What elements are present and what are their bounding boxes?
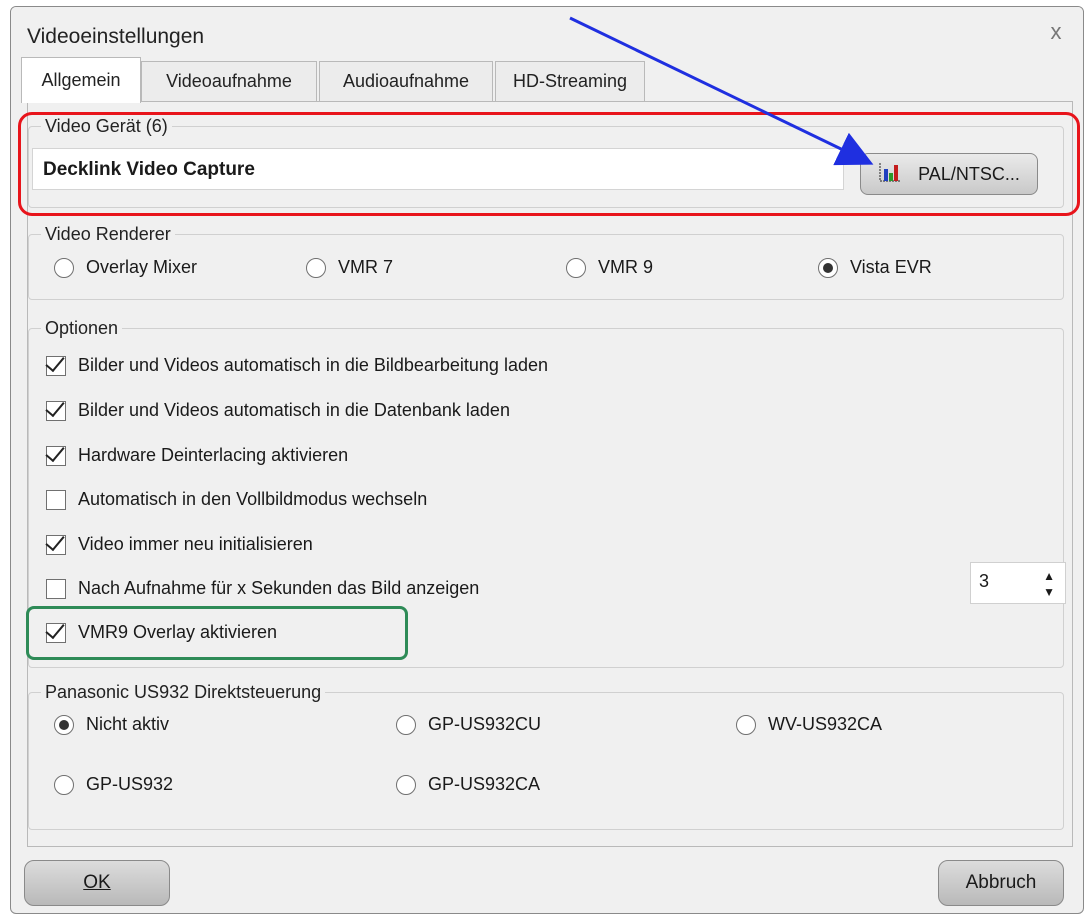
checkbox-label: Bilder und Videos automatisch in die Dat… (78, 400, 510, 420)
check-show-after-capture[interactable]: Nach Aufnahme für x Sekunden das Bild an… (46, 578, 479, 599)
checkbox-label: VMR9 Overlay aktivieren (78, 622, 278, 642)
radio-circle (306, 257, 326, 278)
check-fullscreen[interactable]: Automatisch in den Vollbildmodus wechsel… (46, 489, 427, 510)
tab-audioaufnahme[interactable]: Audioaufnahme (319, 61, 493, 101)
radio-nicht-aktiv[interactable]: Nicht aktiv (54, 714, 169, 735)
radio-label: Vista EVR (850, 257, 932, 277)
tab-videoaufnahme[interactable]: Videoaufnahme (141, 61, 317, 101)
radio-vmr7[interactable]: VMR 7 (306, 257, 393, 278)
radio-gp-us932ca[interactable]: GP-US932CA (396, 774, 540, 795)
radio-circle (736, 714, 756, 735)
title-bar: Videoeinstellungen x (11, 7, 1083, 55)
radio-label: GP-US932CA (428, 774, 541, 794)
checkbox-box (46, 489, 66, 510)
radio-circle (818, 257, 838, 278)
radio-circle (396, 774, 416, 795)
radio-label: VMR 7 (338, 257, 394, 277)
tab-hd-streaming[interactable]: HD-Streaming (495, 61, 645, 101)
video-device-field[interactable]: Decklink Video Capture (32, 148, 844, 190)
window-title: Videoeinstellungen (27, 25, 205, 48)
radio-overlay-mixer[interactable]: Overlay Mixer (54, 257, 197, 278)
radio-label: Nicht aktiv (86, 714, 170, 734)
checkbox-box (46, 400, 66, 421)
checkbox-label: Automatisch in den Vollbildmodus wechsel… (78, 489, 428, 509)
radio-circle (54, 714, 74, 735)
radio-gp-us932[interactable]: GP-US932 (54, 774, 173, 795)
radio-circle (54, 257, 74, 278)
checkbox-box (46, 534, 66, 555)
ok-button[interactable]: OK (24, 860, 170, 906)
radio-wv-us932ca[interactable]: WV-US932CA (736, 714, 882, 735)
check-auto-database[interactable]: Bilder und Videos automatisch in die Dat… (46, 400, 510, 421)
radio-label: VMR 9 (598, 257, 654, 277)
checkbox-label: Bilder und Videos automatisch in die Bil… (78, 355, 548, 375)
radio-circle (396, 714, 416, 735)
panasonic-legend: Panasonic US932 Direktsteuerung (45, 682, 322, 702)
radio-vista-evr[interactable]: Vista EVR (818, 257, 932, 278)
checkbox-label: Hardware Deinterlacing aktivieren (78, 445, 349, 465)
seconds-stepper[interactable]: 3 ▲ ▼ (970, 562, 1066, 604)
radio-label: Overlay Mixer (86, 257, 198, 277)
checkbox-box (46, 578, 66, 599)
options-legend: Optionen (45, 318, 119, 338)
cancel-label: Abbruch (965, 872, 1037, 893)
checkbox-label: Nach Aufnahme für x Sekunden das Bild an… (78, 578, 480, 598)
check-reinit-video[interactable]: Video immer neu initialisieren (46, 534, 313, 555)
checkbox-box (46, 355, 66, 376)
tab-allgemein[interactable]: Allgemein (21, 57, 141, 103)
radio-label: GP-US932CU (428, 714, 542, 734)
checkbox-box (46, 622, 66, 643)
checkbox-label: Video immer neu initialisieren (78, 534, 313, 554)
stepper-down-icon[interactable]: ▼ (1043, 585, 1055, 599)
seconds-value: 3 (979, 571, 990, 591)
bar-chart-icon (878, 161, 902, 188)
stepper-up-icon[interactable]: ▲ (1043, 569, 1055, 583)
radio-label: GP-US932 (86, 774, 174, 794)
radio-circle (54, 774, 74, 795)
video-device-legend: Video Gerät (6) (45, 116, 168, 136)
pal-ntsc-button[interactable]: PAL/NTSC... (860, 153, 1038, 195)
radio-vmr9[interactable]: VMR 9 (566, 257, 653, 278)
check-vmr9-overlay[interactable]: VMR9 Overlay aktivieren (46, 622, 277, 643)
radio-gp-us932cu[interactable]: GP-US932CU (396, 714, 541, 735)
radio-label: WV-US932CA (768, 714, 883, 734)
radio-circle (566, 257, 586, 278)
panasonic-group: Panasonic US932 Direktsteuerung (28, 682, 1064, 830)
check-hardware-deinterlacing[interactable]: Hardware Deinterlacing aktivieren (46, 445, 348, 466)
ok-label: OK (83, 872, 111, 893)
cancel-button[interactable]: Abbruch (938, 860, 1064, 906)
video-renderer-legend: Video Renderer (45, 224, 171, 244)
check-auto-image-editing[interactable]: Bilder und Videos automatisch in die Bil… (46, 355, 548, 376)
pal-ntsc-label: PAL/NTSC... (918, 163, 1020, 184)
close-icon[interactable]: x (1043, 19, 1069, 45)
checkbox-box (46, 445, 66, 466)
